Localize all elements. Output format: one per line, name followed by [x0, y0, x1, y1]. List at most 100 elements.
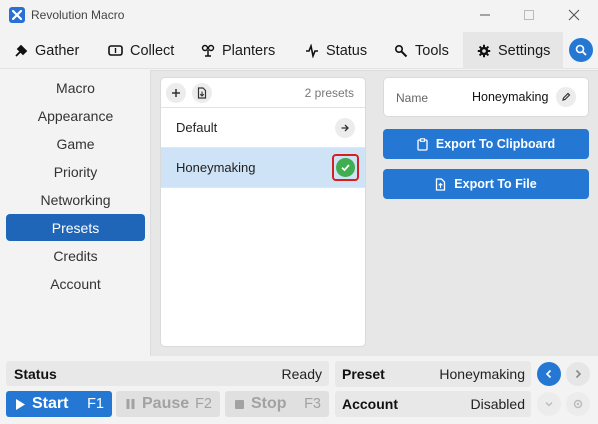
sidebar-item-label: Game	[56, 135, 95, 152]
status-label: Status	[14, 366, 57, 382]
name-label: Name	[396, 91, 429, 105]
pencil-icon	[562, 92, 571, 101]
check-icon	[336, 158, 355, 177]
name-value: Honeymaking	[472, 90, 549, 104]
button-label: Export To Clipboard	[435, 137, 556, 151]
button-label: Stop	[251, 395, 287, 412]
gear-icon	[477, 44, 491, 57]
button-label: Start	[32, 395, 69, 412]
maximize-button[interactable]	[518, 4, 540, 26]
minimize-button[interactable]	[474, 4, 496, 26]
sidebar-item-presets[interactable]: Presets	[6, 214, 145, 241]
button-label: Export To File	[454, 177, 537, 191]
search-button[interactable]	[569, 38, 593, 62]
import-file-icon	[197, 87, 207, 99]
active-preset-indicator[interactable]	[332, 154, 359, 181]
account-row: Account Disabled	[335, 391, 531, 417]
sidebar-item-priority[interactable]: Priority	[6, 158, 145, 185]
sidebar-item-label: Account	[50, 275, 101, 292]
sidebar-item-credits[interactable]: Credits	[6, 242, 145, 269]
settings-sidebar: Macro Appearance Game Priority Networkin…	[0, 70, 150, 355]
sidebar-item-label: Priority	[53, 163, 98, 180]
preset-value: Honeymaking	[439, 366, 525, 382]
next-preset-button[interactable]	[566, 362, 590, 386]
preset-name: Default	[176, 120, 218, 135]
clipboard-icon	[417, 137, 428, 151]
import-preset-button[interactable]	[192, 83, 212, 103]
plus-icon	[172, 89, 180, 97]
app-logo-icon	[9, 7, 25, 23]
start-button[interactable]: Start F1	[6, 391, 112, 417]
chevron-left-icon	[545, 369, 552, 379]
tab-label: Tools	[415, 42, 449, 59]
sidebar-item-label: Credits	[53, 247, 98, 264]
button-label: Pause	[142, 395, 190, 412]
sidebar-item-label: Presets	[51, 219, 100, 236]
tab-gather[interactable]: Gather	[14, 32, 79, 69]
shortcut-key: F2	[195, 396, 212, 412]
chevron-right-icon	[575, 369, 582, 379]
rename-preset-button[interactable]	[556, 87, 576, 107]
gear-icon	[573, 399, 583, 409]
add-preset-button[interactable]	[166, 83, 186, 103]
sidebar-item-game[interactable]: Game	[6, 130, 145, 157]
main-tab-bar: Gather Collect Planters Status Tools Set…	[0, 32, 598, 69]
sidebar-item-macro[interactable]: Macro	[6, 74, 145, 101]
play-icon	[16, 398, 25, 410]
search-icon	[575, 44, 587, 56]
pause-button[interactable]: Pause F2	[116, 391, 220, 417]
preset-list-panel: 2 presets Default Honeymaking	[160, 77, 366, 347]
sidebar-item-account[interactable]: Account	[6, 270, 145, 297]
sidebar-item-label: Networking	[40, 191, 111, 208]
status-panel: Status Ready Start F1 Pause F2 Stop F3 P…	[0, 356, 598, 424]
status-value: Ready	[281, 366, 322, 382]
tab-label: Gather	[35, 42, 80, 59]
window-title: Revolution Macro	[31, 8, 125, 22]
tab-status[interactable]: Status	[305, 32, 367, 69]
export-file-icon	[436, 177, 446, 191]
close-button[interactable]	[563, 4, 585, 26]
export-file-button[interactable]: Export To File	[383, 169, 589, 199]
shortcut-key: F3	[304, 396, 321, 412]
tab-tools[interactable]: Tools	[394, 32, 449, 69]
sidebar-item-appearance[interactable]: Appearance	[6, 102, 145, 129]
preset-name: Honeymaking	[176, 160, 256, 175]
sidebar-item-label: Macro	[56, 79, 95, 96]
account-settings-button[interactable]	[566, 392, 590, 416]
load-preset-button[interactable]	[335, 118, 355, 138]
previous-preset-button[interactable]	[537, 362, 561, 386]
list-item[interactable]: Honeymaking	[161, 148, 365, 188]
account-value: Disabled	[470, 396, 525, 412]
stop-button[interactable]: Stop F3	[225, 391, 329, 417]
status-row: Status Ready	[6, 361, 329, 386]
tab-settings[interactable]: Settings	[463, 32, 563, 69]
planters-icon	[201, 44, 215, 57]
sidebar-item-networking[interactable]: Networking	[6, 186, 145, 213]
stop-icon	[235, 399, 244, 409]
tab-label: Collect	[130, 42, 175, 59]
title-bar: Revolution Macro	[0, 0, 598, 32]
tab-planters[interactable]: Planters	[201, 32, 275, 69]
pause-icon	[126, 399, 135, 409]
tab-label: Status	[326, 42, 368, 59]
arrow-right-icon	[341, 124, 349, 132]
tab-label: Planters	[222, 42, 276, 59]
account-dropdown-button[interactable]	[537, 392, 561, 416]
shortcut-key: F1	[87, 396, 104, 412]
preset-label: Preset	[342, 366, 385, 382]
tab-collect[interactable]: Collect	[108, 32, 174, 69]
preset-name-card: Name Honeymaking	[383, 77, 589, 117]
list-item[interactable]: Default	[161, 108, 365, 148]
preset-row: Preset Honeymaking	[335, 361, 531, 387]
tools-icon	[394, 44, 408, 57]
preset-toolbar: 2 presets	[161, 78, 365, 108]
tab-label: Settings	[498, 42, 551, 59]
gather-icon	[15, 44, 28, 57]
export-clipboard-button[interactable]: Export To Clipboard	[383, 129, 589, 159]
status-icon	[306, 43, 318, 58]
collect-icon	[108, 45, 123, 56]
sidebar-item-label: Appearance	[37, 107, 114, 124]
chevron-down-icon	[545, 402, 553, 407]
account-label: Account	[342, 396, 398, 412]
preset-count: 2 presets	[304, 86, 354, 100]
